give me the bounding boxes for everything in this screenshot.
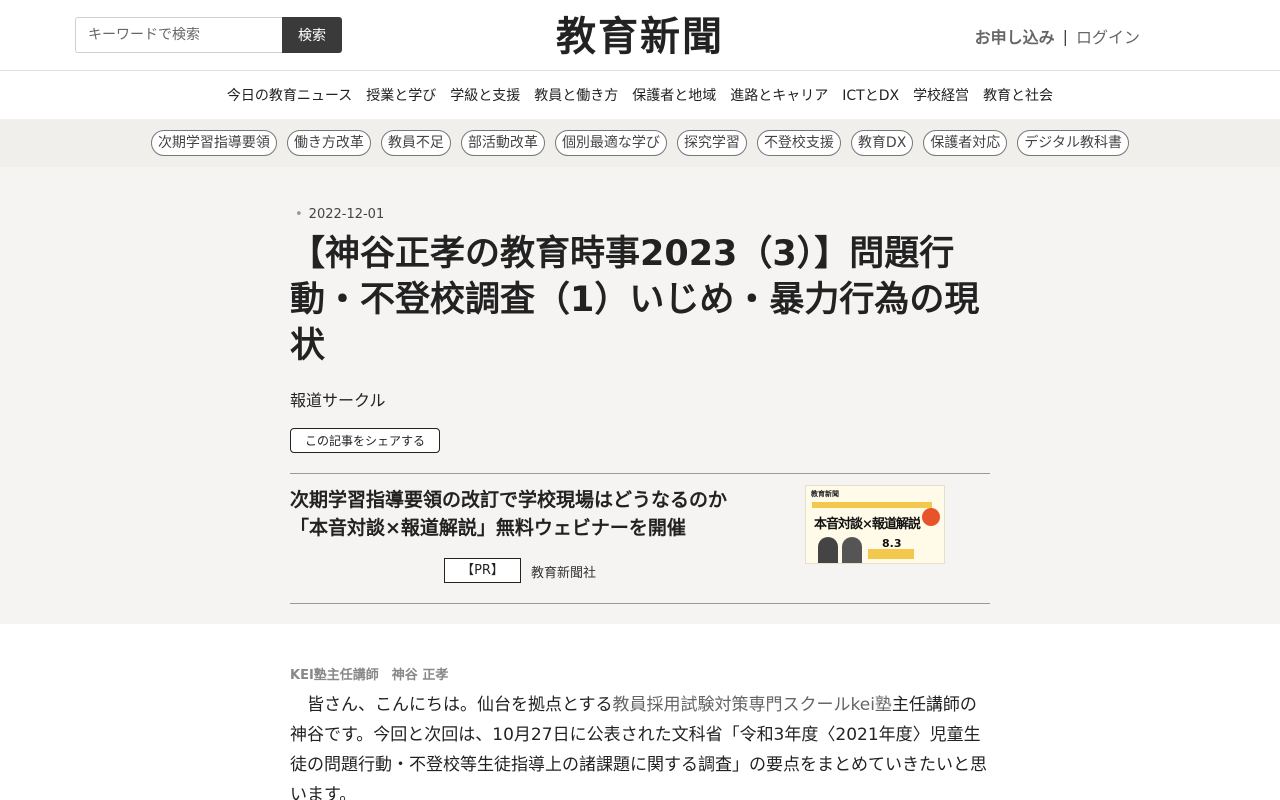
article-byline: KEI塾主任講師 神谷 正孝 <box>290 668 449 683</box>
topic-tag[interactable]: 教員不足 <box>380 130 451 156</box>
topic-tag[interactable]: 保護者対応 <box>923 130 1008 156</box>
topic-tag[interactable]: 次期学習指導要領 <box>150 130 277 156</box>
topic-tag[interactable]: デジタル教科書 <box>1017 130 1130 156</box>
kei-juku-link[interactable]: 教員採用試験対策専門スクールkei塾 <box>613 695 892 715</box>
thumb-badge <box>922 508 940 526</box>
site-header: 検索 教育新聞 お申し込み | ログイン <box>0 0 1280 71</box>
pr-article-card: 次期学習指導要領の改訂で学校現場はどうなるのか 「本音対談×報道解説」無料ウェビ… <box>290 473 990 604</box>
article-title: 【神谷正孝の教育時事2023（3）】問題行動・不登校調査（1）いじめ・暴力行為の… <box>290 234 980 366</box>
topic-tag[interactable]: 不登校支援 <box>756 130 841 156</box>
nav-item-lessons[interactable]: 授業と学び <box>366 85 436 105</box>
thumb-banner <box>812 502 932 508</box>
body-text-1: 皆さん、こんにちは。仙台を拠点とする <box>290 695 613 715</box>
thumb-person <box>818 537 838 563</box>
pr-article-title[interactable]: 次期学習指導要領の改訂で学校現場はどうなるのか 「本音対談×報道解説」無料ウェビ… <box>290 486 750 542</box>
nav-item-todays-news[interactable]: 今日の教育ニュース <box>227 85 352 105</box>
nav-item-parents-community[interactable]: 保護者と地域 <box>632 85 716 105</box>
thumb-heading: 本音対談×報道解説 <box>814 517 921 532</box>
nav-item-teachers-work[interactable]: 教員と働き方 <box>534 85 618 105</box>
topic-tag[interactable]: 個別最適な学び <box>554 130 667 156</box>
article-author: 報道サークル <box>290 391 386 410</box>
article-header: • 2022-12-01 【神谷正孝の教育時事2023（3）】問題行動・不登校調査… <box>0 167 1280 624</box>
pr-badge: 【PR】 <box>444 558 521 583</box>
auth-links: お申し込み | ログイン <box>975 24 1140 48</box>
bullet-icon: • <box>295 207 303 222</box>
topic-tag[interactable]: 教育DX <box>850 130 914 156</box>
topic-tag[interactable]: 探究学習 <box>676 130 747 156</box>
nav-item-class-support[interactable]: 学級と支援 <box>450 85 520 105</box>
pr-thumbnail[interactable]: 教育新聞 本音対談×報道解説 8.3 <box>805 485 945 564</box>
nav-item-ict-dx[interactable]: ICTとDX <box>842 85 899 105</box>
topic-tag-bar: 次期学習指導要領 働き方改革 教員不足 部活動改革 個別最適な学び 探究学習 不… <box>0 119 1280 167</box>
topic-tag[interactable]: 部活動改革 <box>460 130 545 156</box>
thumb-person <box>842 537 862 563</box>
share-button[interactable]: この記事をシェアする <box>290 428 440 453</box>
nav-item-education-society[interactable]: 教育と社会 <box>983 85 1053 105</box>
article-body: 皆さん、こんにちは。仙台を拠点とする教員採用試験対策専門スクールkei塾主任講師… <box>290 690 990 800</box>
apply-link[interactable]: お申し込み <box>975 24 1055 48</box>
article-date-text: 2022-12-01 <box>308 207 385 222</box>
pr-company: 教育新聞社 <box>531 566 597 581</box>
nav-item-career[interactable]: 進路とキャリア <box>730 85 828 105</box>
auth-separator: | <box>1062 26 1068 46</box>
login-link[interactable]: ログイン <box>1076 24 1140 48</box>
article-date: • 2022-12-01 <box>295 207 384 222</box>
category-nav: 今日の教育ニュース 授業と学び 学級と支援 教員と働き方 保護者と地域 進路とキ… <box>0 71 1280 119</box>
nav-item-school-management[interactable]: 学校経営 <box>913 85 969 105</box>
thumb-info-bar <box>868 549 914 559</box>
thumb-logo: 教育新聞 <box>811 490 839 498</box>
topic-tag[interactable]: 働き方改革 <box>286 130 371 156</box>
